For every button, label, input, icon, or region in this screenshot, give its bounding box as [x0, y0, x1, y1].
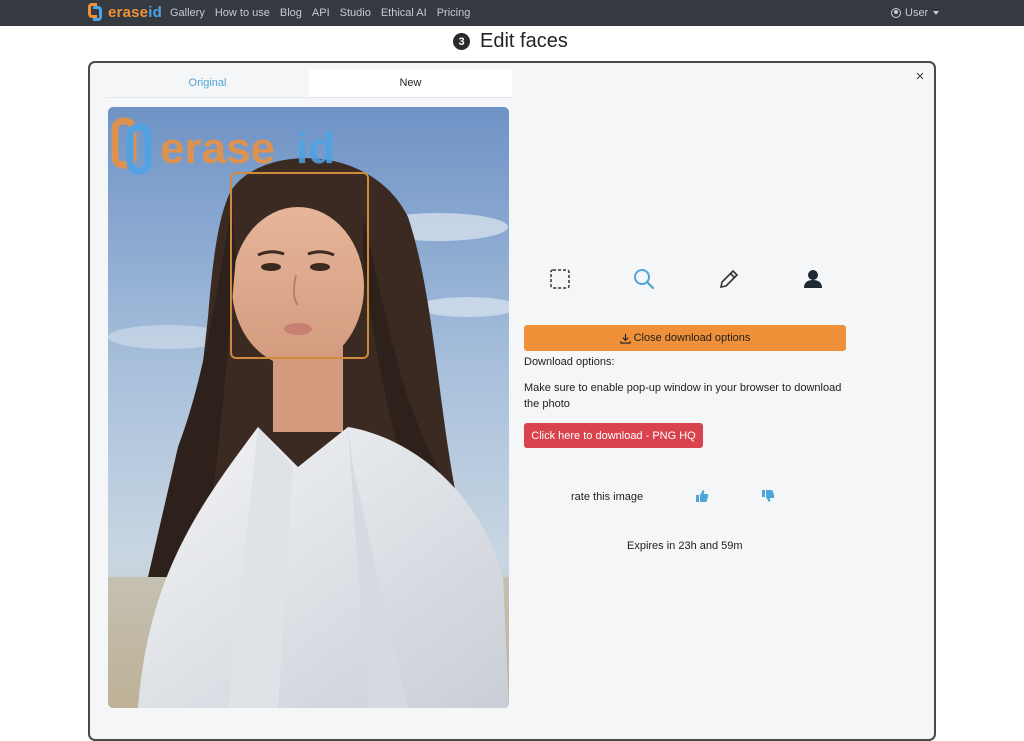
watermark-text-erase: erase	[160, 124, 275, 173]
download-png-hq-button[interactable]: Click here to download - PNG HQ	[524, 423, 703, 448]
nav-link-ethical-ai[interactable]: Ethical AI	[381, 7, 427, 19]
user-avatar-icon	[891, 8, 901, 18]
caret-down-icon	[933, 11, 940, 15]
brand-text-id: id	[148, 3, 162, 21]
tab-original[interactable]: Original	[106, 69, 309, 97]
brand-text-erase: erase	[108, 3, 149, 21]
pencil-icon[interactable]	[717, 267, 741, 291]
rate-label: rate this image	[571, 491, 644, 503]
top-navbar: eraseid Gallery How to use Blog API Stud…	[0, 0, 1024, 26]
nav-link-studio[interactable]: Studio	[340, 7, 371, 19]
close-icon[interactable]: ×	[913, 69, 927, 84]
download-options-label: Download options:	[524, 356, 615, 368]
watermark-text-id: id	[296, 124, 335, 173]
popup-note: Make sure to enable pop-up window in you…	[524, 382, 842, 410]
page-title: Edit faces	[480, 30, 568, 52]
expires-text: Expires in 23h and 59m	[627, 540, 743, 552]
nav-link-api[interactable]: API	[312, 7, 330, 19]
thumbs-down-icon[interactable]	[760, 488, 776, 504]
step-heading: 3 Edit faces	[453, 30, 568, 53]
close-download-options-label: Close download options	[633, 332, 751, 344]
nav-link-blog[interactable]: Blog	[280, 7, 302, 19]
nav-links: Gallery How to use Blog API Studio Ethic…	[170, 0, 480, 26]
nav-link-pricing[interactable]: Pricing	[437, 7, 471, 19]
nav-link-how-to-use[interactable]: How to use	[215, 7, 270, 19]
download-icon	[619, 333, 631, 344]
thumbs-up-icon[interactable]	[694, 488, 710, 504]
brand-logo[interactable]: eraseid	[88, 3, 162, 21]
search-icon[interactable]	[632, 267, 656, 291]
edit-modal: × Original New erase id Close download o…	[88, 61, 936, 741]
step-number-badge: 3	[453, 33, 470, 50]
nav-link-gallery[interactable]: Gallery	[170, 7, 205, 19]
image-tabs: Original New	[106, 69, 512, 98]
user-menu-label: User	[905, 7, 929, 19]
brand-mark-icon	[88, 3, 102, 21]
result-photo: erase id	[108, 107, 509, 708]
person-icon[interactable]	[801, 267, 825, 291]
select-area-icon[interactable]	[548, 267, 572, 291]
tab-new[interactable]: New	[309, 69, 512, 97]
close-download-options-button[interactable]: Close download options	[524, 325, 846, 351]
user-menu[interactable]: User	[891, 0, 940, 26]
